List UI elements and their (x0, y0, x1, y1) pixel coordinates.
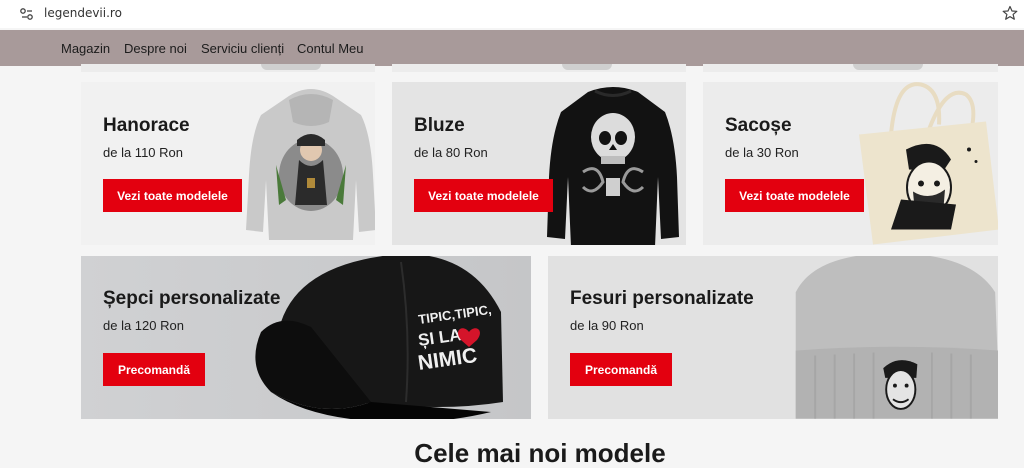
nav-item-contul-meu[interactable]: Contul Meu (297, 41, 363, 56)
bookmark-star-icon[interactable] (1002, 5, 1018, 21)
card-price: de la 120 Ron (103, 318, 184, 333)
category-card-hanorace[interactable]: Hanorace de la 110 Ron Vezi toate modele… (81, 82, 375, 245)
previous-row-card-edge (81, 64, 375, 72)
card-title: Bluze (414, 115, 465, 136)
preorder-button[interactable]: Precomandă (103, 353, 205, 386)
site-settings-icon[interactable] (19, 6, 35, 22)
category-card-bluze[interactable]: Bluze de la 80 Ron Vezi toate modelele (392, 82, 686, 245)
category-card-sepci[interactable]: TIPIC,TIPIC, ȘI LA NIMIC Șepci personali… (81, 256, 531, 419)
section-heading: Cele mai noi modele (414, 438, 666, 468)
nav-item-magazin[interactable]: Magazin (61, 41, 110, 56)
category-card-fesuri[interactable]: Fesuri personalizate de la 90 Ron Precom… (548, 256, 998, 419)
url-text[interactable]: legendevii.ro (44, 6, 122, 20)
previous-row-card-edge (703, 64, 998, 72)
preorder-button[interactable]: Precomandă (570, 353, 672, 386)
card-title: Hanorace (103, 115, 190, 136)
card-price: de la 80 Ron (414, 145, 488, 160)
sweatshirt-product-image (547, 87, 679, 245)
site-navbar: Magazin Despre noi Serviciu clienți Cont… (0, 30, 1024, 66)
view-all-models-button[interactable]: Vezi toate modelele (725, 179, 864, 212)
cap-product-image: TIPIC,TIPIC, ȘI LA NIMIC (255, 256, 503, 419)
card-title: Sacoșe (725, 115, 792, 136)
view-all-models-button[interactable]: Vezi toate modelele (103, 179, 242, 212)
card-price: de la 110 Ron (103, 145, 183, 160)
previous-row-card-edge (392, 64, 686, 72)
card-title: Fesuri personalizate (570, 288, 754, 309)
card-price: de la 90 Ron (570, 318, 644, 333)
beanie-product-image (795, 256, 998, 419)
nav-item-despre-noi[interactable]: Despre noi (124, 41, 187, 56)
nav-item-serviciu-clienti[interactable]: Serviciu clienți (201, 41, 284, 56)
tote-bag-product-image (859, 82, 998, 245)
browser-address-bar[interactable]: legendevii.ro (0, 0, 1024, 28)
category-card-sacose[interactable]: Sacoșe de la 30 Ron Vezi toate modelele (703, 82, 998, 245)
hoodie-product-image (246, 89, 375, 240)
view-all-models-button[interactable]: Vezi toate modelele (414, 179, 553, 212)
card-title: Șepci personalizate (103, 288, 281, 309)
card-price: de la 30 Ron (725, 145, 799, 160)
